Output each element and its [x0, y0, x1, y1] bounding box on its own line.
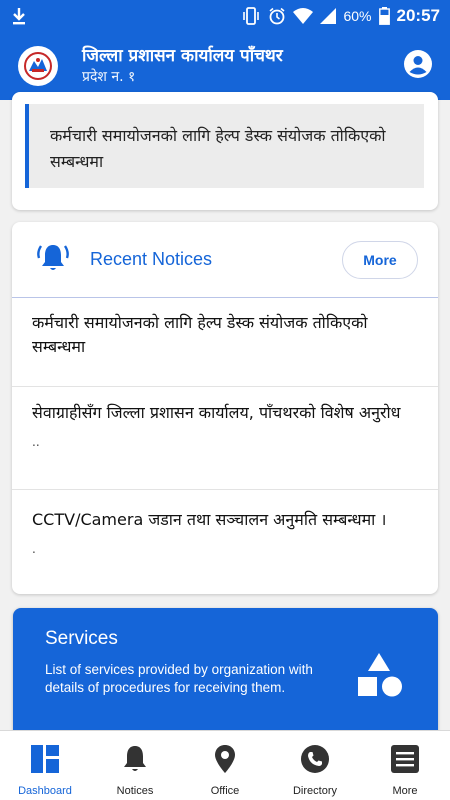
- notice-title: कर्मचारी समायोजनको लागि हेल्प डेस्क संयो…: [32, 313, 368, 356]
- phone-icon: [300, 741, 330, 777]
- battery-label: 60%: [343, 8, 372, 24]
- nav-office[interactable]: Office: [180, 731, 270, 800]
- featured-notice[interactable]: कर्मचारी समायोजनको लागि हेल्प डेस्क संयो…: [25, 104, 424, 188]
- shapes-icon: [355, 650, 405, 704]
- notice-list-item[interactable]: सेवाग्राहीसँग जिल्ला प्रशासन कार्यालय, प…: [12, 387, 438, 490]
- nav-label: Dashboard: [18, 785, 72, 797]
- nav-label: More: [392, 785, 418, 797]
- wifi-icon: [293, 8, 314, 24]
- bottom-navigation: Dashboard Notices Office Directory More: [0, 730, 450, 800]
- signal-icon: [320, 8, 337, 24]
- recent-notices-card: Recent Notices More कर्मचारी समायोजनको ल…: [12, 222, 438, 594]
- emblem-logo: [18, 46, 58, 86]
- app-bar: जिल्ला प्रशासन कार्यालय पाँचथर प्रदेश न.…: [0, 32, 450, 100]
- status-bar: 60% 20:57: [0, 0, 450, 32]
- menu-icon: [390, 741, 420, 777]
- recent-notices-title: Recent Notices: [90, 249, 213, 269]
- more-notices-button[interactable]: More: [342, 240, 418, 279]
- alarm-icon: [268, 7, 286, 25]
- nav-label: Office: [210, 785, 240, 797]
- nav-label: Directory: [292, 785, 337, 797]
- notice-list-item[interactable]: CCTV/Camera जडान तथा सञ्चालन अनुमति सम्ब…: [12, 490, 438, 594]
- account-circle-icon: [403, 49, 433, 83]
- vibrate-icon: [241, 7, 261, 25]
- bell-icon: [122, 741, 148, 777]
- app-title: जिल्ला प्रशासन कार्यालय पाँचथर: [82, 46, 283, 66]
- notice-title: सेवाग्राहीसँग जिल्ला प्रशासन कार्यालय, प…: [32, 403, 401, 422]
- location-pin-icon: [213, 741, 237, 777]
- clock: 20:57: [396, 6, 440, 25]
- recent-notices-header: Recent Notices More: [12, 222, 438, 298]
- nav-label: Notices: [116, 785, 154, 797]
- nav-notices[interactable]: Notices: [90, 731, 180, 800]
- dashboard-icon: [30, 741, 60, 777]
- services-card[interactable]: Services List of services provided by or…: [13, 608, 438, 738]
- bell-ringing-icon: [36, 242, 70, 278]
- nav-directory[interactable]: Directory: [270, 731, 360, 800]
- services-description: List of services provided by organizatio…: [45, 662, 313, 695]
- nav-more[interactable]: More: [360, 731, 450, 800]
- notice-excerpt: ..: [32, 435, 40, 449]
- services-title: Services: [45, 628, 118, 649]
- nav-dashboard[interactable]: Dashboard: [0, 731, 90, 800]
- featured-notice-card: कर्मचारी समायोजनको लागि हेल्प डेस्क संयो…: [12, 92, 438, 210]
- notice-list-item[interactable]: कर्मचारी समायोजनको लागि हेल्प डेस्क संयो…: [12, 299, 438, 387]
- notice-excerpt: .: [32, 542, 36, 556]
- download-icon: [10, 6, 28, 26]
- account-button[interactable]: [400, 48, 436, 84]
- app-subtitle: प्रदेश न. १: [82, 69, 136, 85]
- battery-icon: [378, 7, 390, 25]
- notice-title: CCTV/Camera जडान तथा सञ्चालन अनुमति सम्ब…: [32, 510, 387, 529]
